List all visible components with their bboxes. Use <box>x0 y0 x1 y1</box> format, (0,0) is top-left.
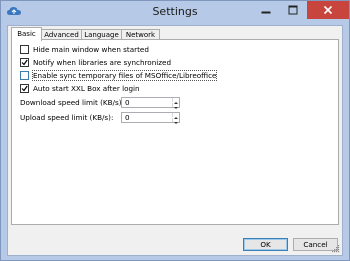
tab-basic[interactable]: Basic <box>11 27 42 41</box>
download-limit-label: Download speed limit (KB/s): <box>20 98 124 107</box>
minimize-button[interactable] <box>253 1 279 19</box>
download-limit-spinbox[interactable]: 0 <box>121 97 180 109</box>
ok-button[interactable]: OK <box>243 238 288 251</box>
spin-up-arrow-icon[interactable] <box>172 98 179 104</box>
spin-down-arrow-icon[interactable] <box>172 118 179 124</box>
basic-tab-panel: Hide main window when started Notify whe… <box>11 39 339 225</box>
option-label: Auto start XXL Box after login <box>33 84 140 93</box>
dialog-body: Basic Advanced Language Network Hide mai… <box>7 25 343 256</box>
notify-sync-checkbox[interactable] <box>20 58 29 67</box>
checkmark-icon <box>21 85 28 92</box>
title-bar[interactable]: Settings <box>1 1 349 23</box>
resize-grip-icon[interactable] <box>332 245 340 253</box>
sync-temp-files-checkbox[interactable] <box>20 71 29 80</box>
option-hide-main-window[interactable]: Hide main window when started <box>20 44 149 55</box>
option-label: Notify when libraries are synchronized <box>33 58 172 67</box>
checkmark-icon <box>21 59 28 66</box>
hide-main-window-checkbox[interactable] <box>20 45 29 54</box>
close-icon <box>323 5 333 15</box>
upload-limit-spinbox[interactable]: 0 <box>121 112 180 124</box>
option-auto-start[interactable]: Auto start XXL Box after login <box>20 83 140 94</box>
option-notify-sync[interactable]: Notify when libraries are synchronized <box>20 57 171 68</box>
auto-start-checkbox[interactable] <box>20 84 29 93</box>
spin-down-arrow-icon[interactable] <box>172 103 179 109</box>
download-limit-value: 0 <box>125 98 130 107</box>
maximize-icon <box>288 5 298 15</box>
option-label: Enable sync temporary files of MSOffice/… <box>31 70 218 81</box>
spin-up-arrow-icon[interactable] <box>172 113 179 119</box>
minimize-icon <box>261 11 271 14</box>
close-button[interactable] <box>307 1 349 19</box>
maximize-button[interactable] <box>280 1 306 19</box>
option-label: Hide main window when started <box>33 45 149 54</box>
option-sync-temp-files[interactable]: Enable sync temporary files of MSOffice/… <box>20 70 218 81</box>
settings-window: Settings Basic Advanced Language Network… <box>0 0 350 261</box>
upload-limit-value: 0 <box>125 113 130 122</box>
upload-limit-label: Upload speed limit (KB/s): <box>20 113 114 122</box>
